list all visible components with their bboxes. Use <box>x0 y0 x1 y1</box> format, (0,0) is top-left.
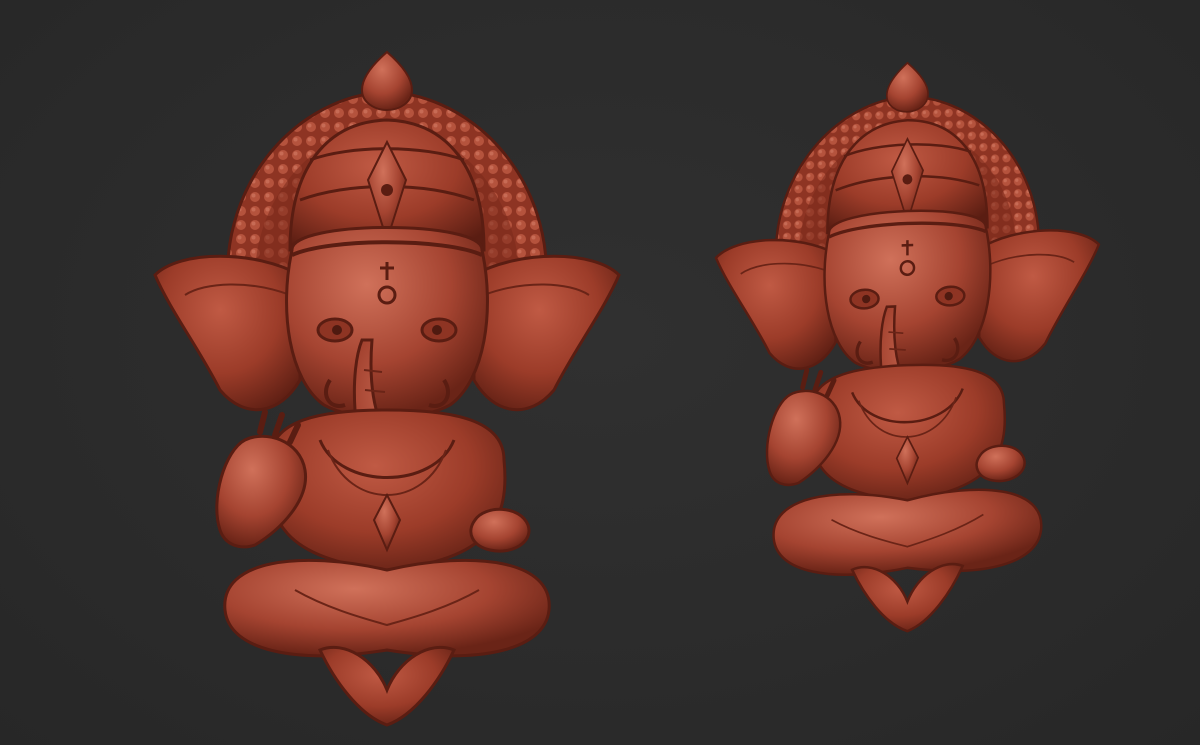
viewport-canvas[interactable] <box>0 0 1200 745</box>
ganesha-relief-front-model[interactable] <box>150 50 625 725</box>
ganesha-relief-angled-model[interactable] <box>695 68 1095 638</box>
